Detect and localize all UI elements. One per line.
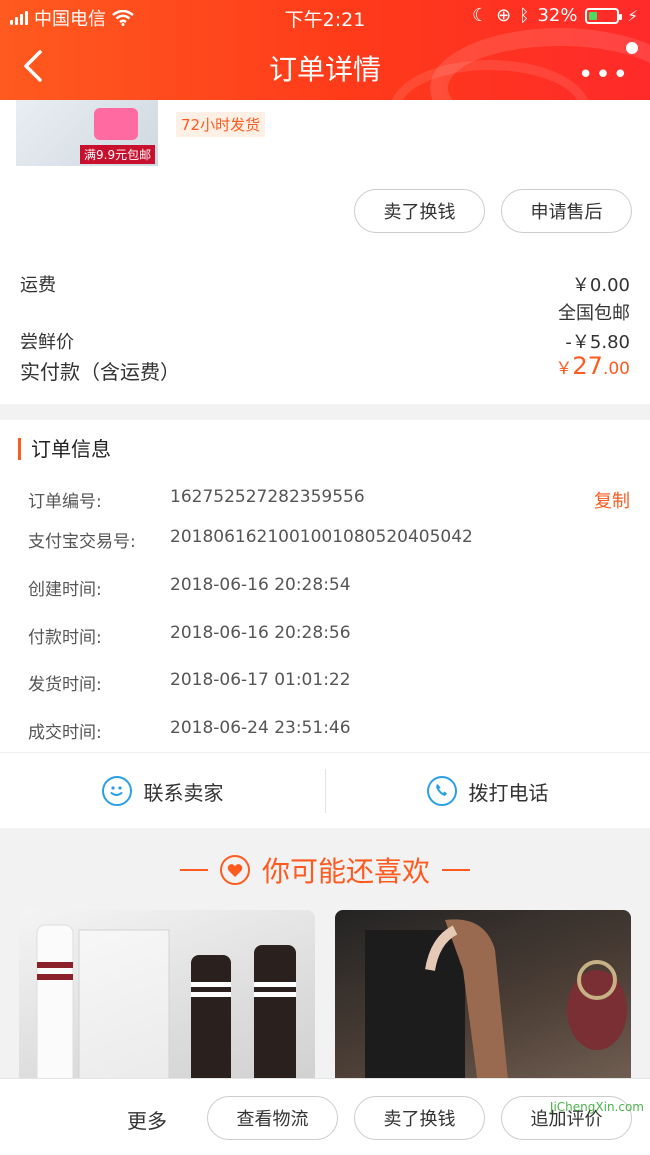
paid-integer: 27 xyxy=(572,352,603,380)
paid-row: 实付款（含运费） ￥27.00 xyxy=(20,352,630,385)
shipping-value: ￥0.00 xyxy=(571,275,630,296)
phone-icon xyxy=(426,776,457,806)
page-title: 订单详情 xyxy=(268,53,381,86)
site-watermark: JiChengXin.com xyxy=(549,1100,644,1114)
info-value: 162752527282359556 xyxy=(170,487,365,507)
product-photo-over-knee-boots xyxy=(335,910,631,1100)
heading-line-right xyxy=(442,869,470,871)
discount-value: -￥5.80 xyxy=(565,332,630,353)
info-label: 成交时间: xyxy=(28,723,102,743)
shipping-note: 全国包邮 xyxy=(558,303,630,324)
info-value: 2018-06-16 20:28:56 xyxy=(170,623,351,643)
header-bar: 中国电信 下午2:21 ☾ ⊕ ᛒ 32% ⚡ 订单详情 ••• xyxy=(0,0,650,100)
orientation-lock-icon: ⊕ xyxy=(496,5,512,26)
info-value: 2018061621001001080520405042 xyxy=(170,527,473,547)
paid-currency: ￥ xyxy=(555,359,573,379)
discount-row: 尝鲜价 -￥5.80 xyxy=(20,328,630,354)
info-label: 支付宝交易号: xyxy=(28,532,136,552)
bluetooth-icon: ᛒ xyxy=(519,5,530,26)
thumbnail-promo-tag: 满9.9元包邮 xyxy=(80,145,156,164)
contact-seller-label: 联系卖家 xyxy=(143,780,224,805)
discount-label: 尝鲜价 xyxy=(20,332,74,353)
copy-button[interactable]: 复制 xyxy=(594,487,630,513)
sell-for-cash-bottom-button[interactable]: 卖了换钱 xyxy=(354,1096,485,1140)
paid-label: 实付款（含运费） xyxy=(20,360,180,384)
order-info-title: 订单信息 xyxy=(18,438,111,460)
battery-level-fill xyxy=(589,11,598,20)
ship-time-tag: 72小时发货 xyxy=(176,112,266,137)
price-summary: 运费 ￥0.00 全国包邮 尝鲜价 -￥5.80 实付款（含运费） ￥27.00 xyxy=(0,240,650,404)
more-actions-button[interactable]: 更多 xyxy=(127,1105,167,1134)
view-logistics-button[interactable]: 查看物流 xyxy=(207,1096,338,1140)
after-sale-button[interactable]: 申请售后 xyxy=(501,189,632,233)
battery-icon xyxy=(585,7,623,24)
charging-icon: ⚡ xyxy=(627,6,638,25)
shipping-label: 运费 xyxy=(20,275,56,296)
info-label: 付款时间: xyxy=(28,628,102,648)
recommend-card-boots-white[interactable] xyxy=(19,910,315,1100)
call-phone-button[interactable]: 拨打电话 xyxy=(325,753,650,829)
heart-icon xyxy=(219,855,250,885)
notification-dot xyxy=(626,42,638,54)
product-photo-sock-boots xyxy=(36,924,296,1100)
recommend-title: 你可能还喜欢 xyxy=(261,855,430,888)
info-value: 2018-06-17 01:01:22 xyxy=(170,670,351,690)
recommend-card-boots-brown[interactable] xyxy=(335,910,631,1100)
info-label: 发货时间: xyxy=(28,675,102,695)
paid-decimal: .00 xyxy=(602,359,630,379)
call-phone-label: 拨打电话 xyxy=(468,780,549,805)
contact-bar: 联系卖家 拨打电话 xyxy=(0,752,650,828)
info-value: 2018-06-24 23:51:46 xyxy=(170,718,351,738)
info-label: 订单编号: xyxy=(28,492,102,512)
contact-seller-button[interactable]: 联系卖家 xyxy=(0,753,325,829)
order-info-section: 订单信息 订单编号: 162752527282359556 复制 支付宝交易号:… xyxy=(0,420,650,752)
info-label: 创建时间: xyxy=(28,580,102,600)
bottom-action-bar: 更多 查看物流 卖了换钱 追加评价 xyxy=(0,1078,650,1155)
product-thumbnail[interactable]: 满9.9元包邮 xyxy=(16,100,158,166)
recommend-heading: 你可能还喜欢 xyxy=(0,848,650,892)
battery-percent: 32% xyxy=(537,5,578,26)
shipping-row: 运费 ￥0.00 xyxy=(20,271,630,297)
heading-line-left xyxy=(179,869,208,871)
sell-for-cash-button[interactable]: 卖了换钱 xyxy=(354,189,485,233)
moon-icon: ☾ xyxy=(472,5,489,26)
status-bar: 中国电信 下午2:21 ☾ ⊕ ᛒ 32% ⚡ xyxy=(0,0,650,34)
nav-bar: 订单详情 ••• xyxy=(0,34,650,100)
product-card: 满9.9元包邮 72小时发货 卖了换钱 申请售后 xyxy=(0,100,650,240)
info-value: 2018-06-16 20:28:54 xyxy=(170,575,351,595)
more-menu-icon[interactable]: ••• xyxy=(578,60,630,90)
paid-amount: ￥27.00 xyxy=(555,352,630,380)
product-image-toy xyxy=(94,108,138,140)
chat-smile-icon xyxy=(101,776,132,806)
